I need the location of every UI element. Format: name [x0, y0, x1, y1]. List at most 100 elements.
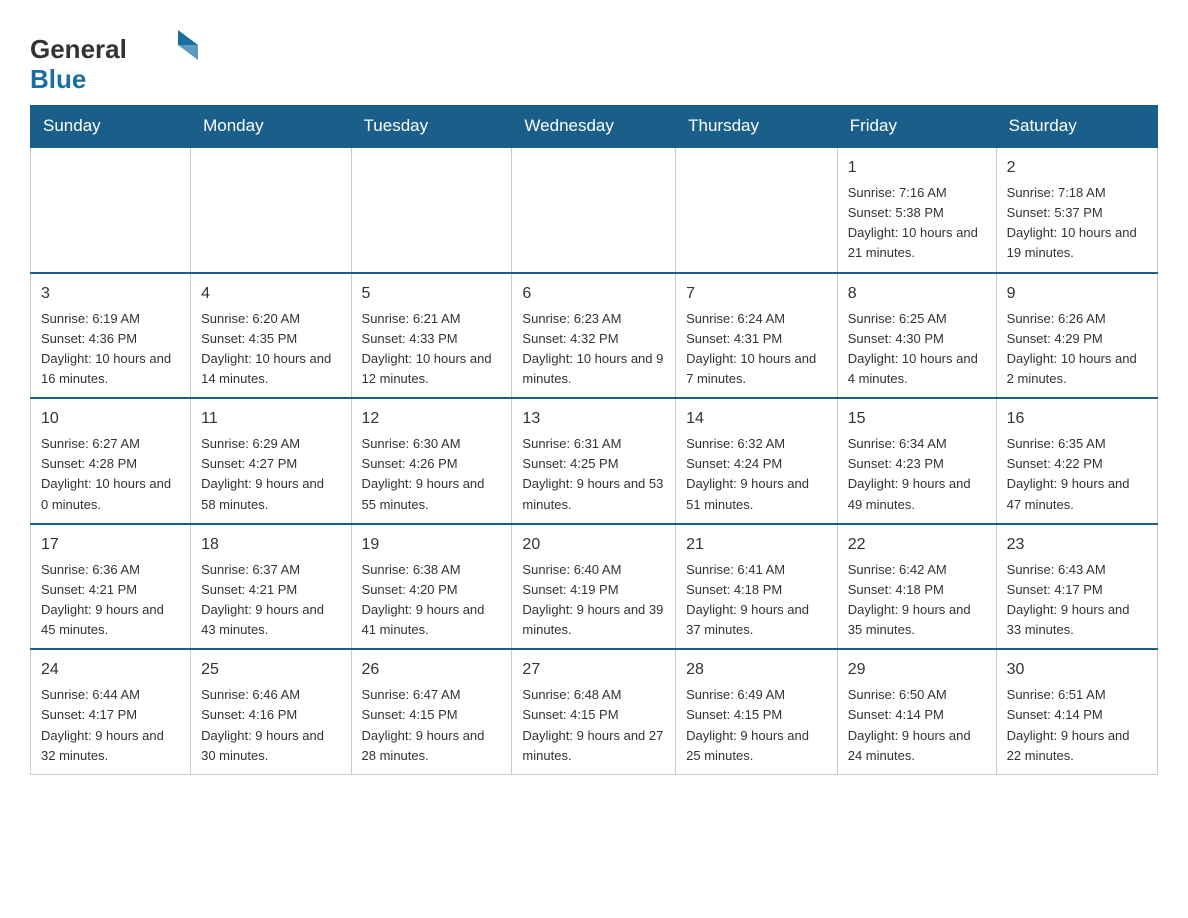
calendar-cell: [191, 147, 351, 273]
day-info: Sunrise: 6:44 AM Sunset: 4:17 PM Dayligh…: [41, 685, 180, 766]
calendar-cell: 19 Sunrise: 6:38 AM Sunset: 4:20 PM Dayli…: [351, 524, 512, 650]
day-number: 17: [41, 533, 180, 557]
day-number: 16: [1007, 407, 1147, 431]
calendar-cell: [351, 147, 512, 273]
day-number: 1: [848, 156, 986, 180]
day-info: Sunrise: 6:26 AM Sunset: 4:29 PM Dayligh…: [1007, 309, 1147, 390]
day-number: 4: [201, 282, 340, 306]
col-friday: Friday: [837, 106, 996, 148]
calendar-cell: 20Sunrise: 6:40 AM Sunset: 4:19 PM Dayli…: [512, 524, 676, 650]
day-info: Sunrise: 6:48 AM Sunset: 4:15 PM Dayligh…: [522, 685, 665, 766]
day-info: Sunrise: 6:37 AM Sunset: 4:21 PM Dayligh…: [201, 560, 340, 641]
col-sunday: Sunday: [31, 106, 191, 148]
calendar-cell: 14 Sunrise: 6:32 AM Sunset: 4:24 PM Dayli…: [676, 398, 838, 524]
col-monday: Monday: [191, 106, 351, 148]
day-info: Sunrise: 6:51 AM Sunset: 4:14 PM Dayligh…: [1007, 685, 1147, 766]
calendar-cell: 28Sunrise: 6:49 AM Sunset: 4:15 PM Dayli…: [676, 649, 838, 774]
day-number: 20: [522, 533, 665, 557]
day-info: Sunrise: 6:38 AM Sunset: 4:20 PM Dayligh…: [362, 560, 502, 641]
day-number: 2: [1007, 156, 1147, 180]
calendar-cell: 10 Sunrise: 6:27 AM Sunset: 4:28 PM Dayli…: [31, 398, 191, 524]
svg-text:General: General: [30, 34, 127, 64]
day-number: 14: [686, 407, 827, 431]
calendar-cell: 11Sunrise: 6:29 AM Sunset: 4:27 PM Dayli…: [191, 398, 351, 524]
day-info: Sunrise: 6:23 AM Sunset: 4:32 PM Dayligh…: [522, 309, 665, 390]
day-info: Sunrise: 7:16 AM Sunset: 5:38 PM Dayligh…: [848, 183, 986, 264]
calendar-cell: 27 Sunrise: 6:48 AM Sunset: 4:15 PM Dayli…: [512, 649, 676, 774]
week-row-3: 10 Sunrise: 6:27 AM Sunset: 4:28 PM Dayli…: [31, 398, 1158, 524]
col-wednesday: Wednesday: [512, 106, 676, 148]
day-number: 6: [522, 282, 665, 306]
calendar-cell: 13 Sunrise: 6:31 AM Sunset: 4:25 PM Dayli…: [512, 398, 676, 524]
day-info: Sunrise: 6:35 AM Sunset: 4:22 PM Dayligh…: [1007, 434, 1147, 515]
day-number: 22: [848, 533, 986, 557]
day-number: 5: [362, 282, 502, 306]
calendar-cell: 1 Sunrise: 7:16 AM Sunset: 5:38 PM Daylig…: [837, 147, 996, 273]
day-number: 27: [522, 658, 665, 682]
day-number: 13: [522, 407, 665, 431]
page-header: General Blue: [30, 20, 1158, 95]
day-number: 25: [201, 658, 340, 682]
week-row-1: 1 Sunrise: 7:16 AM Sunset: 5:38 PM Daylig…: [31, 147, 1158, 273]
day-number: 19: [362, 533, 502, 557]
day-info: Sunrise: 6:41 AM Sunset: 4:18 PM Dayligh…: [686, 560, 827, 641]
day-info: Sunrise: 6:42 AM Sunset: 4:18 PM Dayligh…: [848, 560, 986, 641]
calendar-cell: 9 Sunrise: 6:26 AM Sunset: 4:29 PM Daylig…: [996, 273, 1157, 399]
day-info: Sunrise: 6:36 AM Sunset: 4:21 PM Dayligh…: [41, 560, 180, 641]
day-info: Sunrise: 6:34 AM Sunset: 4:23 PM Dayligh…: [848, 434, 986, 515]
day-info: Sunrise: 6:31 AM Sunset: 4:25 PM Dayligh…: [522, 434, 665, 515]
calendar-cell: 17 Sunrise: 6:36 AM Sunset: 4:21 PM Dayli…: [31, 524, 191, 650]
day-number: 3: [41, 282, 180, 306]
day-number: 11: [201, 407, 340, 431]
col-thursday: Thursday: [676, 106, 838, 148]
calendar-cell: 6 Sunrise: 6:23 AM Sunset: 4:32 PM Daylig…: [512, 273, 676, 399]
calendar-cell: 12Sunrise: 6:30 AM Sunset: 4:26 PM Dayli…: [351, 398, 512, 524]
day-info: Sunrise: 6:21 AM Sunset: 4:33 PM Dayligh…: [362, 309, 502, 390]
day-number: 24: [41, 658, 180, 682]
day-info: Sunrise: 6:46 AM Sunset: 4:16 PM Dayligh…: [201, 685, 340, 766]
day-number: 12: [362, 407, 502, 431]
calendar-cell: 29 Sunrise: 6:50 AM Sunset: 4:14 PM Dayli…: [837, 649, 996, 774]
day-number: 21: [686, 533, 827, 557]
calendar-cell: 3 Sunrise: 6:19 AM Sunset: 4:36 PM Daylig…: [31, 273, 191, 399]
calendar-cell: 18 Sunrise: 6:37 AM Sunset: 4:21 PM Dayli…: [191, 524, 351, 650]
svg-text:Blue: Blue: [30, 64, 86, 94]
week-row-4: 17 Sunrise: 6:36 AM Sunset: 4:21 PM Dayli…: [31, 524, 1158, 650]
day-number: 29: [848, 658, 986, 682]
calendar-cell: 16 Sunrise: 6:35 AM Sunset: 4:22 PM Dayli…: [996, 398, 1157, 524]
calendar-cell: 5 Sunrise: 6:21 AM Sunset: 4:33 PM Daylig…: [351, 273, 512, 399]
calendar-cell: 4 Sunrise: 6:20 AM Sunset: 4:35 PM Daylig…: [191, 273, 351, 399]
week-row-5: 24 Sunrise: 6:44 AM Sunset: 4:17 PM Dayli…: [31, 649, 1158, 774]
calendar-cell: 7 Sunrise: 6:24 AM Sunset: 4:31 PM Daylig…: [676, 273, 838, 399]
logo-svg: General Blue: [30, 20, 210, 95]
day-info: Sunrise: 6:24 AM Sunset: 4:31 PM Dayligh…: [686, 309, 827, 390]
day-info: Sunrise: 6:25 AM Sunset: 4:30 PM Dayligh…: [848, 309, 986, 390]
day-number: 10: [41, 407, 180, 431]
day-number: 7: [686, 282, 827, 306]
day-number: 9: [1007, 282, 1147, 306]
col-tuesday: Tuesday: [351, 106, 512, 148]
day-number: 26: [362, 658, 502, 682]
day-number: 15: [848, 407, 986, 431]
col-saturday: Saturday: [996, 106, 1157, 148]
day-info: Sunrise: 6:47 AM Sunset: 4:15 PM Dayligh…: [362, 685, 502, 766]
day-info: Sunrise: 6:43 AM Sunset: 4:17 PM Dayligh…: [1007, 560, 1147, 641]
day-info: Sunrise: 6:50 AM Sunset: 4:14 PM Dayligh…: [848, 685, 986, 766]
calendar-cell: 22 Sunrise: 6:42 AM Sunset: 4:18 PM Dayli…: [837, 524, 996, 650]
day-info: Sunrise: 6:20 AM Sunset: 4:35 PM Dayligh…: [201, 309, 340, 390]
day-number: 23: [1007, 533, 1147, 557]
day-info: Sunrise: 6:27 AM Sunset: 4:28 PM Dayligh…: [41, 434, 180, 515]
day-number: 30: [1007, 658, 1147, 682]
calendar-cell: [31, 147, 191, 273]
calendar-cell: 15 Sunrise: 6:34 AM Sunset: 4:23 PM Dayli…: [837, 398, 996, 524]
day-info: Sunrise: 6:49 AM Sunset: 4:15 PM Dayligh…: [686, 685, 827, 766]
day-number: 8: [848, 282, 986, 306]
calendar-cell: 26 Sunrise: 6:47 AM Sunset: 4:15 PM Dayli…: [351, 649, 512, 774]
day-number: 18: [201, 533, 340, 557]
week-row-2: 3 Sunrise: 6:19 AM Sunset: 4:36 PM Daylig…: [31, 273, 1158, 399]
calendar-cell: 23 Sunrise: 6:43 AM Sunset: 4:17 PM Dayli…: [996, 524, 1157, 650]
calendar-cell: 24 Sunrise: 6:44 AM Sunset: 4:17 PM Dayli…: [31, 649, 191, 774]
day-info: Sunrise: 6:32 AM Sunset: 4:24 PM Dayligh…: [686, 434, 827, 515]
calendar-cell: 21 Sunrise: 6:41 AM Sunset: 4:18 PM Dayli…: [676, 524, 838, 650]
day-info: Sunrise: 6:19 AM Sunset: 4:36 PM Dayligh…: [41, 309, 180, 390]
